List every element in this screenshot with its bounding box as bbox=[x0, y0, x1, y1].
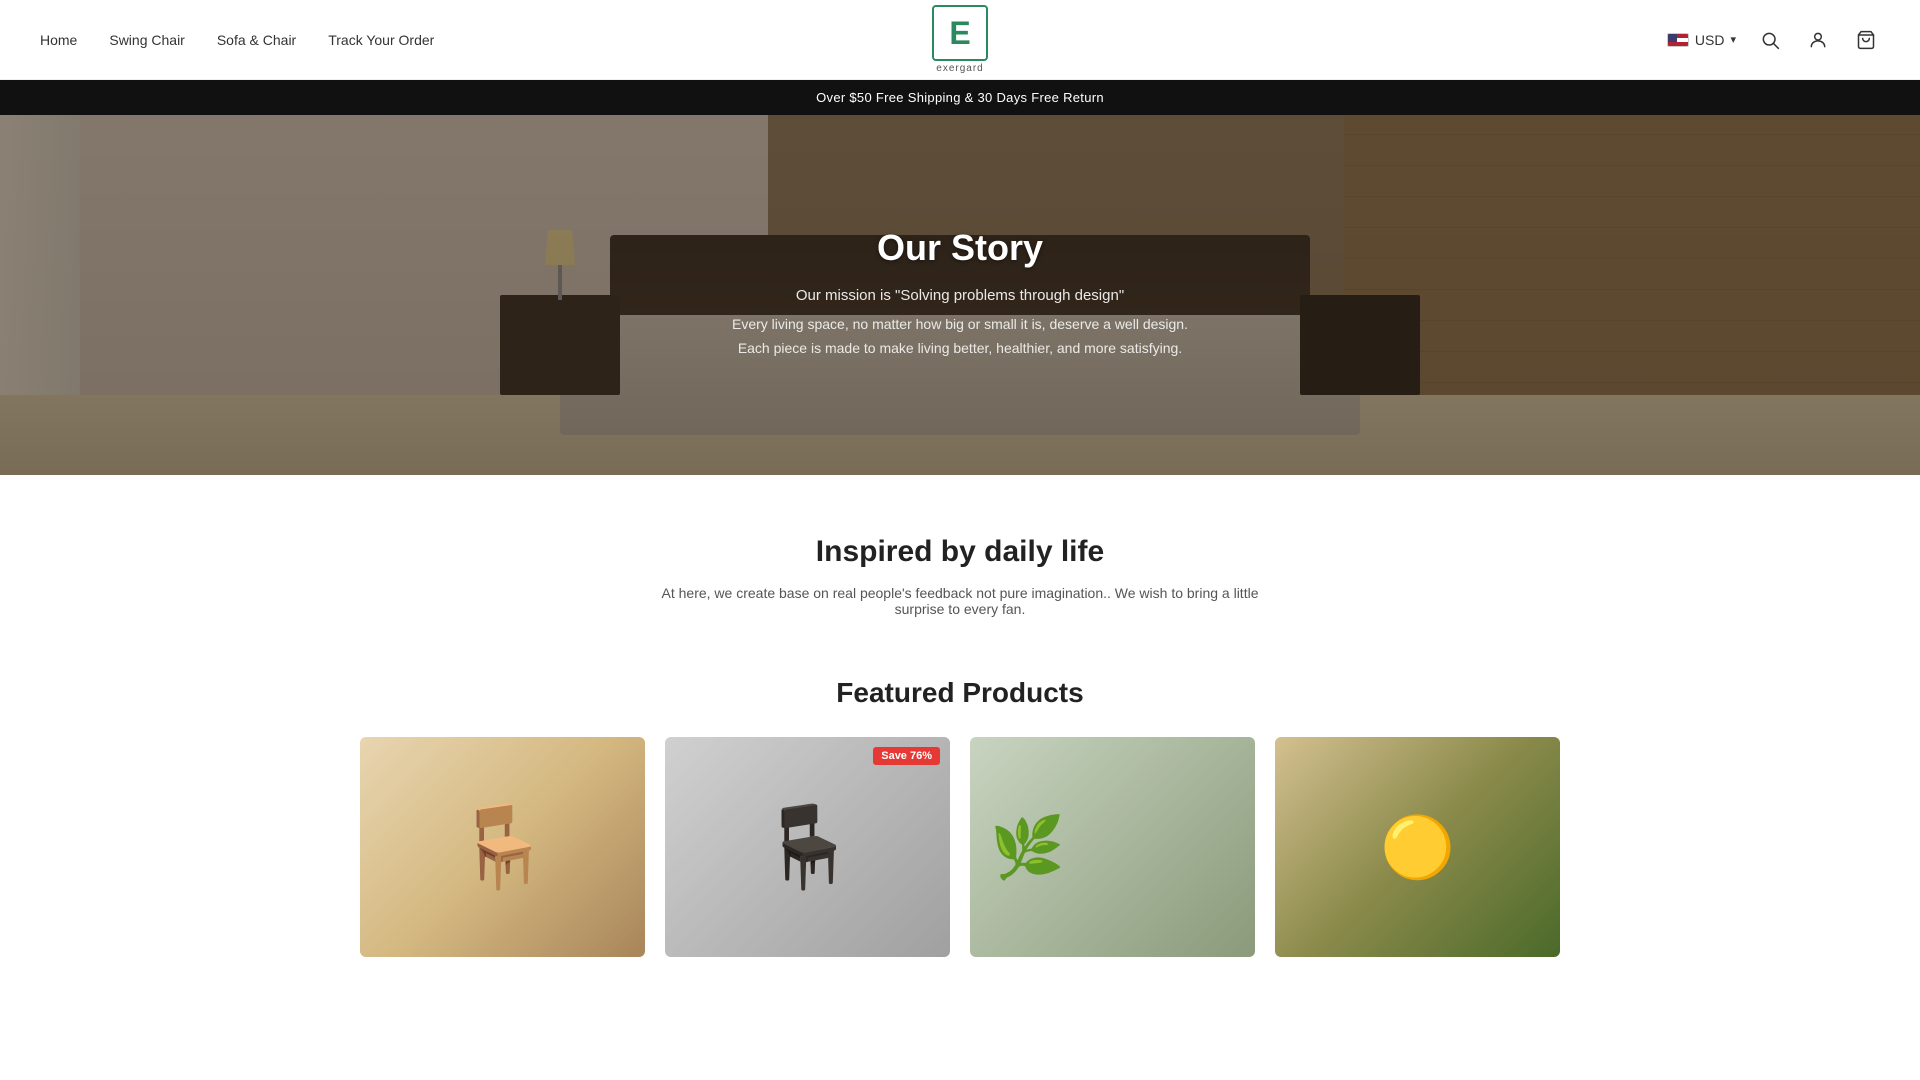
product-card-3[interactable] bbox=[970, 737, 1255, 957]
logo-box: E bbox=[932, 5, 988, 61]
product-card-2[interactable]: Save 76% bbox=[665, 737, 950, 957]
hero-section: Our Story Our mission is "Solving proble… bbox=[0, 115, 1920, 475]
product-image-4 bbox=[1275, 737, 1560, 957]
flag-icon bbox=[1667, 33, 1689, 47]
inspired-title: Inspired by daily life bbox=[40, 535, 1880, 569]
nav-left: Home Swing Chair Sofa & Chair Track Your… bbox=[40, 32, 434, 48]
product-card-1[interactable] bbox=[360, 737, 645, 957]
promo-text: Over $50 Free Shipping & 30 Days Free Re… bbox=[816, 90, 1104, 105]
save-badge: Save 76% bbox=[873, 747, 940, 765]
nav-swing-chair[interactable]: Swing Chair bbox=[109, 32, 184, 48]
product-image-1 bbox=[360, 737, 645, 957]
cart-button[interactable] bbox=[1852, 26, 1880, 54]
brand-name: exergard bbox=[936, 63, 983, 74]
logo-letter: E bbox=[949, 17, 970, 49]
logo[interactable]: E exergard bbox=[932, 5, 988, 74]
hero-content: Our Story Our mission is "Solving proble… bbox=[0, 115, 1920, 475]
search-icon bbox=[1760, 30, 1780, 50]
inspired-desc: At here, we create base on real people's… bbox=[660, 585, 1260, 617]
cart-icon bbox=[1856, 30, 1876, 50]
product-card-4[interactable] bbox=[1275, 737, 1560, 957]
nav-sofa-chair[interactable]: Sofa & Chair bbox=[217, 32, 296, 48]
hero-mission: Our mission is "Solving problems through… bbox=[796, 287, 1124, 304]
nav-right: USD ▾ bbox=[1667, 26, 1880, 54]
product-image-2 bbox=[665, 737, 950, 957]
header: Home Swing Chair Sofa & Chair Track Your… bbox=[0, 0, 1920, 80]
hero-desc1: Every living space, no matter how big or… bbox=[732, 316, 1188, 332]
featured-title: Featured Products bbox=[40, 677, 1880, 709]
user-icon bbox=[1808, 30, 1828, 50]
featured-section: Featured Products Save 76% bbox=[0, 657, 1920, 997]
account-button[interactable] bbox=[1804, 26, 1832, 54]
product-image-3 bbox=[970, 737, 1255, 957]
search-button[interactable] bbox=[1756, 26, 1784, 54]
currency-code: USD bbox=[1695, 32, 1725, 48]
promo-banner: Over $50 Free Shipping & 30 Days Free Re… bbox=[0, 80, 1920, 115]
hero-desc2: Each piece is made to make living better… bbox=[738, 340, 1182, 356]
inspired-section: Inspired by daily life At here, we creat… bbox=[0, 475, 1920, 657]
nav-track-order[interactable]: Track Your Order bbox=[328, 32, 434, 48]
nav-home[interactable]: Home bbox=[40, 32, 77, 48]
currency-selector[interactable]: USD ▾ bbox=[1667, 32, 1736, 48]
hero-title: Our Story bbox=[877, 227, 1043, 269]
products-grid: Save 76% bbox=[360, 737, 1560, 957]
chevron-down-icon: ▾ bbox=[1730, 33, 1736, 46]
